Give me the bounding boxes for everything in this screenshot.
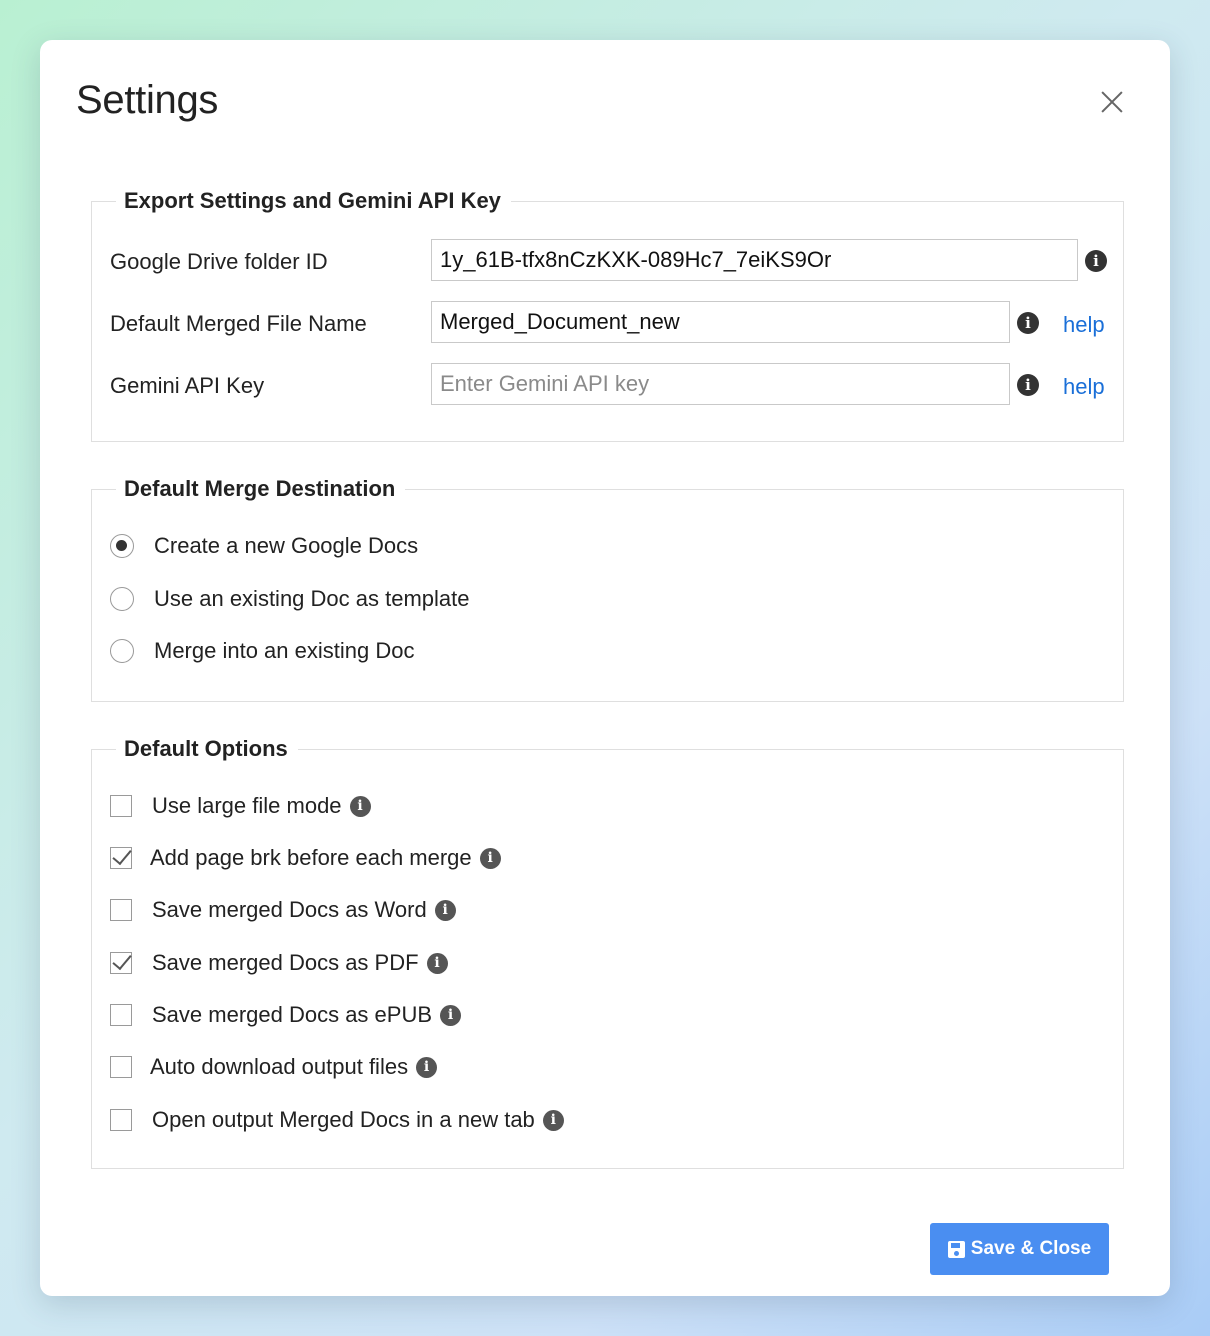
option-page-break[interactable]: Add page brk before each merge i [110,841,501,875]
option-auto-download[interactable]: Auto download output files i [110,1050,438,1084]
destination-option-label: Use an existing Doc as template [154,586,470,611]
option-save-word[interactable]: Save merged Docs as Word i [110,893,456,927]
merged-file-name-help-link[interactable]: help [1063,312,1105,338]
close-icon[interactable] [1098,88,1126,116]
info-icon[interactable]: i [426,952,448,974]
merge-destination-legend: Default Merge Destination [116,474,406,504]
floppy-disk-icon [947,1240,965,1258]
option-label: Save merged Docs as Word [152,897,427,922]
destination-option-new-doc[interactable]: Create a new Google Docs [110,529,418,563]
settings-dialog: Settings Export Settings and Gemini API … [40,40,1170,1296]
destination-option-label: Merge into an existing Doc [154,638,415,663]
radio-button[interactable] [110,639,134,663]
checkbox-checked[interactable] [110,847,132,869]
save-close-button[interactable]: Save & Close [930,1223,1109,1275]
api-key-input[interactable] [431,363,1010,405]
info-icon[interactable]: i [349,795,371,817]
merged-file-name-info-icon[interactable]: i [1017,312,1039,334]
destination-option-existing-doc[interactable]: Merge into an existing Doc [110,634,414,668]
api-key-label: Gemini API Key [110,373,265,398]
checkbox-checked[interactable] [110,952,132,974]
save-close-label: Save & Close [970,1238,1092,1259]
info-icon[interactable]: i [542,1109,564,1131]
option-label: Add page brk before each merge [150,845,472,870]
destination-option-template[interactable]: Use an existing Doc as template [110,582,470,616]
merged-file-name-label: Default Merged File Name [110,311,367,336]
merged-file-name-input[interactable] [431,301,1010,343]
option-save-pdf[interactable]: Save merged Docs as PDF i [110,946,448,980]
option-open-new-tab[interactable]: Open output Merged Docs in a new tab i [110,1103,564,1137]
merge-destination-group: Default Merge Destination Create a new G… [91,474,1124,702]
folder-id-label: Google Drive folder ID [110,249,328,274]
option-save-epub[interactable]: Save merged Docs as ePUB i [110,998,462,1032]
api-key-help-link[interactable]: help [1063,374,1105,400]
info-icon[interactable]: i [434,899,456,921]
info-icon[interactable]: i [479,847,501,869]
dialog-title: Settings [76,78,219,122]
export-settings-legend: Export Settings and Gemini API Key [116,186,511,216]
destination-option-label: Create a new Google Docs [154,533,419,558]
option-label: Save merged Docs as PDF [152,950,419,975]
api-key-info-icon[interactable]: i [1017,374,1039,396]
checkbox[interactable] [110,1004,132,1026]
option-label: Use large file mode [152,793,342,818]
default-options-legend: Default Options [116,734,298,764]
radio-button-selected[interactable] [110,534,134,558]
checkbox[interactable] [110,1109,132,1131]
option-label: Save merged Docs as ePUB [152,1002,433,1027]
checkbox[interactable] [110,899,132,921]
option-label: Auto download output files [150,1054,409,1079]
default-options-group: Default Options Use large file mode i Ad… [91,734,1124,1169]
info-icon[interactable]: i [416,1056,438,1078]
folder-id-input[interactable] [431,239,1078,281]
radio-button[interactable] [110,587,134,611]
export-settings-group: Export Settings and Gemini API Key Googl… [91,186,1124,442]
checkbox[interactable] [110,795,132,817]
option-label: Open output Merged Docs in a new tab [152,1107,535,1132]
option-large-file-mode[interactable]: Use large file mode i [110,789,371,823]
folder-id-info-icon[interactable]: i [1085,250,1107,272]
info-icon[interactable]: i [440,1004,462,1026]
checkbox[interactable] [110,1056,132,1078]
